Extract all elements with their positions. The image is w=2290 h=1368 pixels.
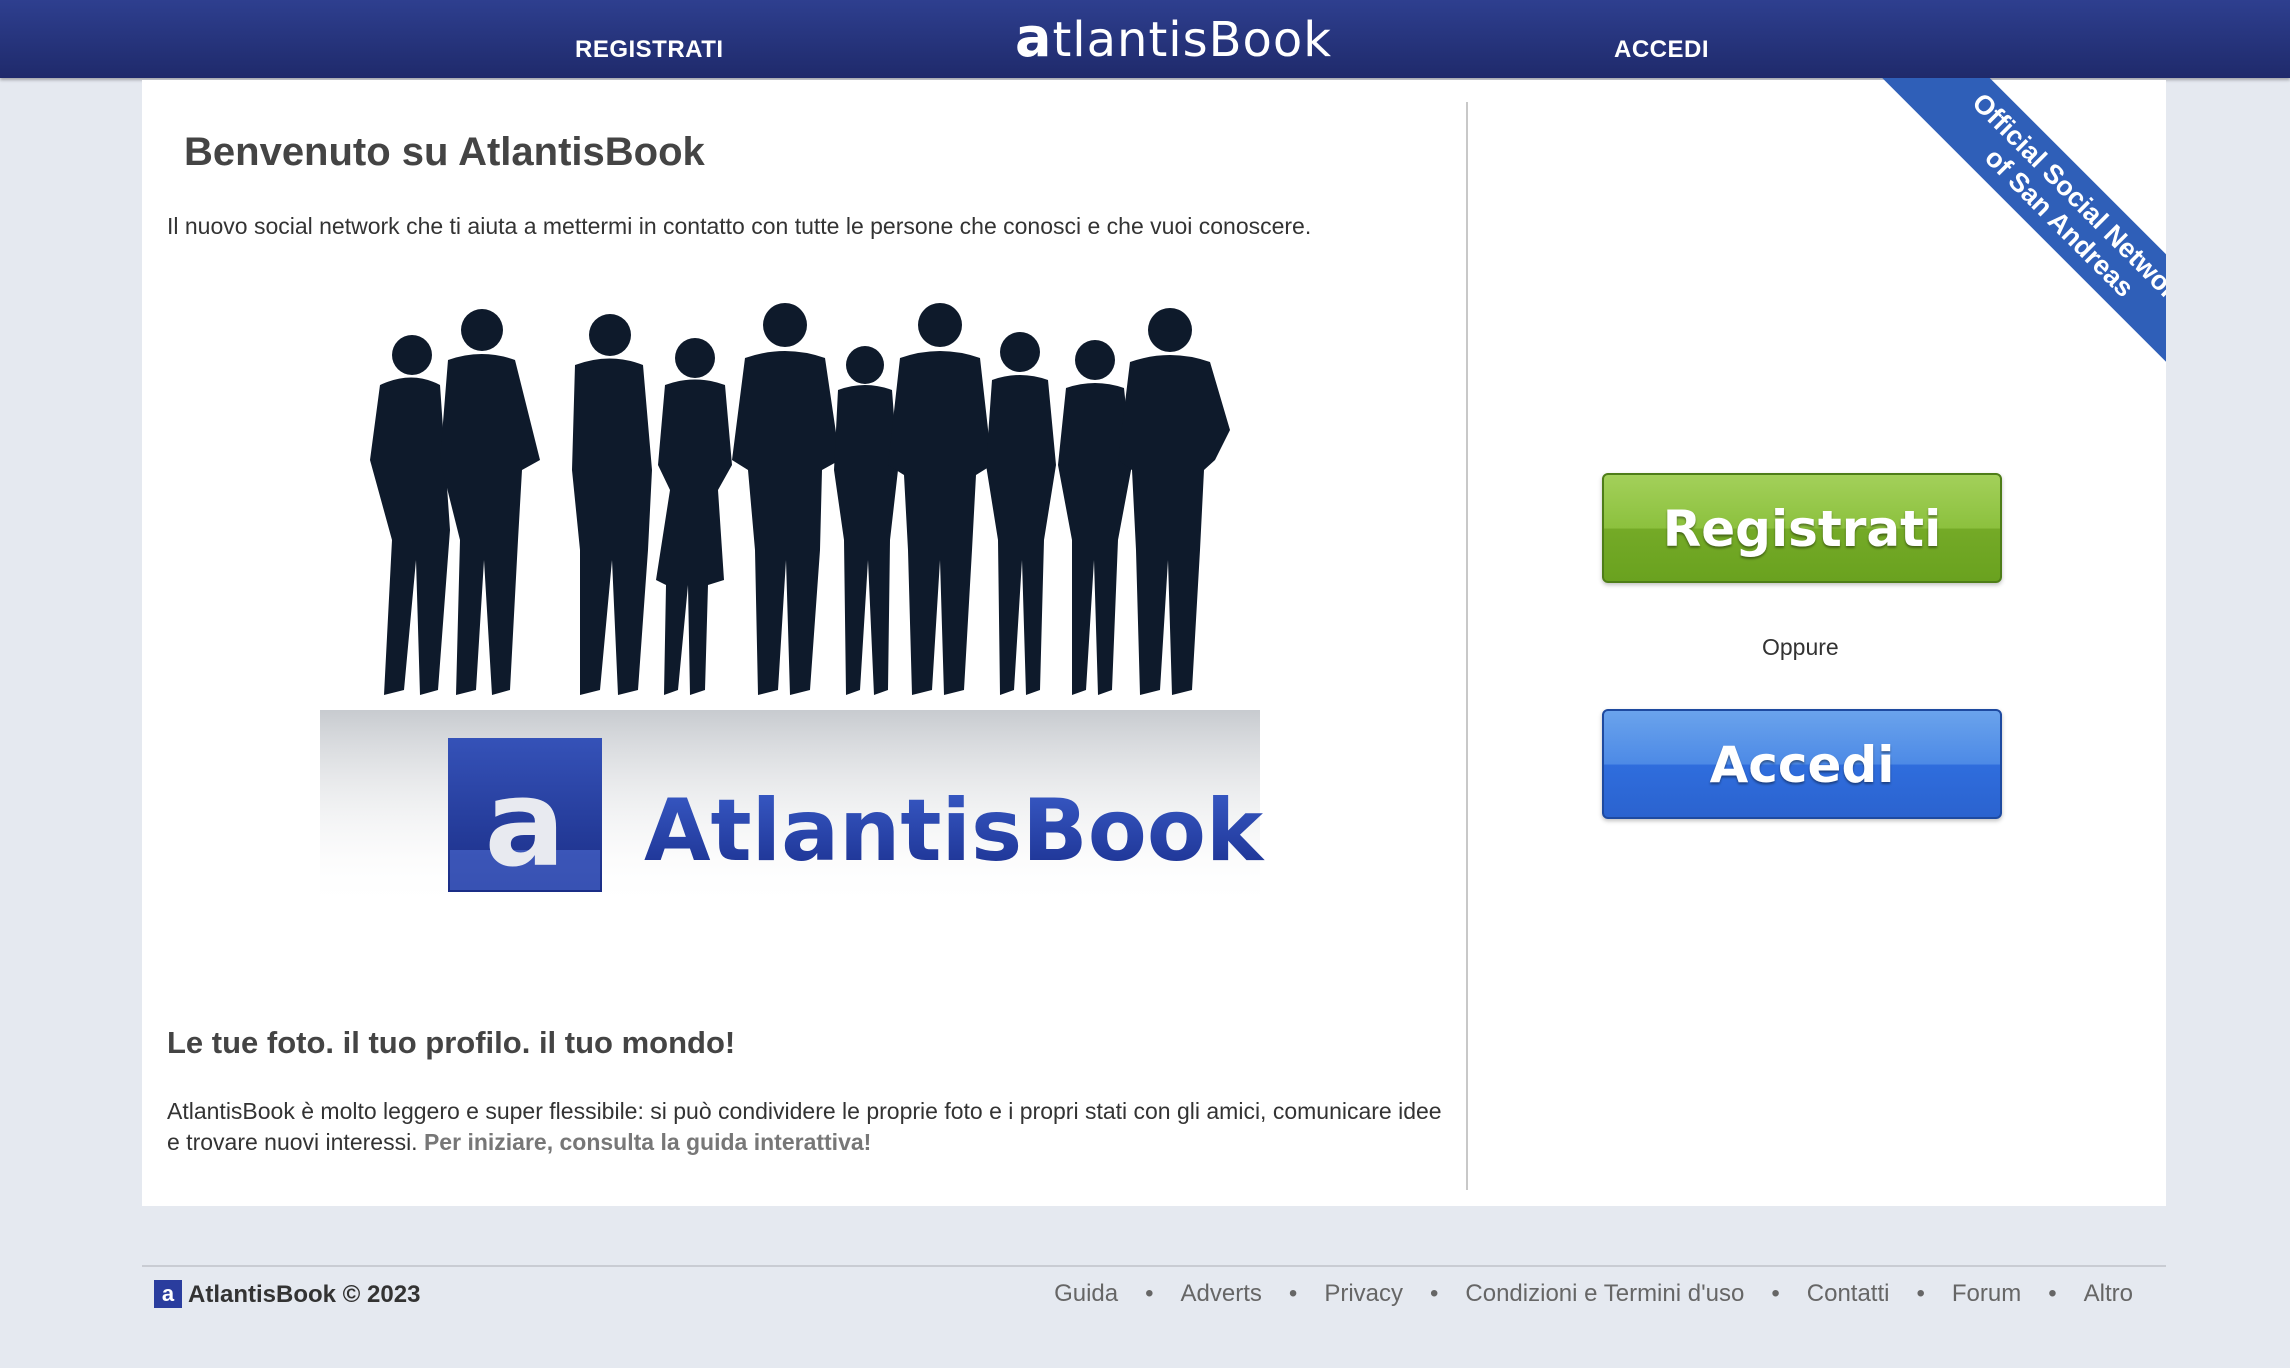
footer-separator: • [2048, 1280, 2057, 1307]
welcome-subtitle: Il nuovo social network che ti aiuta a m… [167, 213, 1312, 239]
official-network-ribbon: Official Social Network of San Andreas [1859, 78, 2166, 423]
hero-brand-letter: a [485, 755, 566, 894]
footer-link-contatti[interactable]: Contatti [1807, 1280, 1890, 1308]
footer-divider [142, 1265, 2166, 1267]
footer-separator: • [1916, 1280, 1925, 1307]
hero-illustration: a AtlantisBook [300, 290, 1320, 930]
nav-login-link[interactable]: ACCEDI [1614, 36, 1709, 64]
silhouette-group [370, 303, 1230, 695]
top-logo-text: tlantisBook [1052, 12, 1333, 68]
footer-link-altro[interactable]: Altro [2084, 1280, 2133, 1308]
footer-separator: • [1430, 1280, 1439, 1307]
footer-link-privacy[interactable]: Privacy [1324, 1280, 1403, 1308]
footer-logo-icon: a [154, 1280, 182, 1308]
footer-link-guida[interactable]: Guida [1054, 1280, 1118, 1308]
ribbon-line-1: Official Social Network [1966, 87, 2166, 316]
hero-brand-text: AtlantisBook [644, 781, 1265, 881]
register-button[interactable]: Registrati [1602, 473, 2002, 583]
footer-copyright: AtlantisBook © 2023 [188, 1281, 421, 1308]
footer-separator: • [1771, 1280, 1780, 1307]
top-logo[interactable]: atlantisBook [1015, 6, 1332, 69]
tagline: Le tue foto. il tuo profilo. il tuo mond… [167, 1025, 736, 1060]
top-logo-letter: a [1015, 6, 1053, 69]
people-silhouettes-image: a AtlantisBook [320, 303, 1265, 910]
column-divider [1466, 102, 1468, 1190]
login-button[interactable]: Accedi [1602, 709, 2002, 819]
footer-links: Guida • Adverts • Privacy • Condizioni e… [1054, 1280, 2133, 1308]
welcome-title: Benvenuto su AtlantisBook [184, 130, 705, 174]
footer-link-forum[interactable]: Forum [1952, 1280, 2021, 1308]
footer-link-terms[interactable]: Condizioni e Termini d'uso [1465, 1280, 1744, 1308]
or-label: Oppure [1762, 634, 1839, 660]
nav-register-link[interactable]: REGISTRATI [575, 36, 724, 64]
ribbon-container: Official Social Network of San Andreas [1820, 78, 2166, 434]
footer-separator: • [1288, 1280, 1298, 1307]
footer-link-adverts[interactable]: Adverts [1181, 1280, 1262, 1308]
top-navigation-bar: REGISTRATI atlantisBook ACCEDI [0, 0, 2290, 78]
interactive-guide-link[interactable]: Per iniziare, consulta la guida interatt… [424, 1129, 871, 1155]
footer-separator: • [1145, 1280, 1154, 1307]
description: AtlantisBook è molto leggero e super fle… [167, 1096, 1457, 1158]
